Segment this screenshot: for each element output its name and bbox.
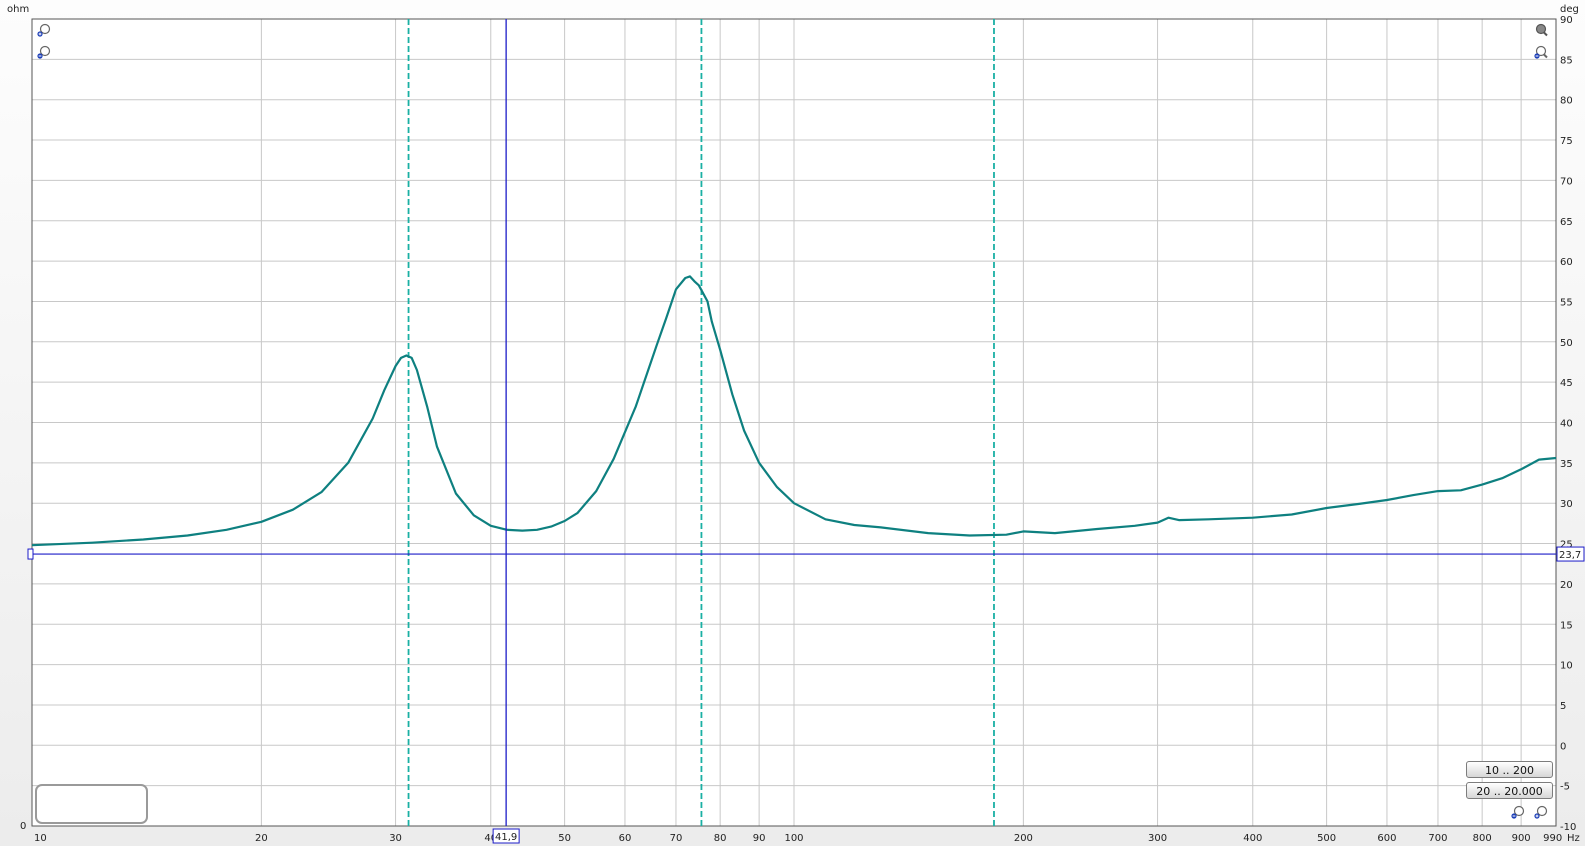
y-tick-label: 5: [1560, 701, 1566, 712]
y-tick-label: 10: [1560, 661, 1573, 672]
y-tick-label: 20: [1560, 580, 1573, 591]
x-tick-label: 990: [1543, 833, 1562, 844]
info-box: [35, 784, 148, 824]
y-tick-label: 75: [1560, 136, 1573, 147]
x-tick-label: 70: [670, 833, 683, 844]
x-tick-label: 100: [784, 833, 803, 844]
y-tick-label: 15: [1560, 620, 1573, 631]
y-tick-label: 85: [1560, 55, 1573, 66]
x-tick-label: 200: [1014, 833, 1033, 844]
zoom-x-in-icon[interactable]: [1534, 805, 1548, 819]
zoom-right-icon[interactable]: [1534, 45, 1548, 59]
range-10-200-button[interactable]: 10 .. 200: [1466, 761, 1553, 778]
y-tick-label: 55: [1560, 297, 1573, 308]
x-tick-label: 10: [34, 833, 47, 844]
x-axis-unit: Hz: [1567, 833, 1580, 844]
y-tick-label: 30: [1560, 499, 1573, 510]
y-tick-label: 80: [1560, 96, 1573, 107]
y-tick-label: -10: [1560, 822, 1576, 833]
y-tick-label: -5: [1560, 782, 1570, 793]
cursor-x-readout: 41,9: [495, 832, 517, 843]
impedance-chart: 10 20 30 40 50 60 70 80 90 100 200 300 400 500 600 700 8…: [7, 4, 1585, 844]
range-20-20000-button[interactable]: 20 .. 20.000: [1466, 782, 1553, 799]
y-tick-label: 0: [1560, 741, 1566, 752]
y-tick-label: 60: [1560, 257, 1573, 268]
x-tick-label: 900: [1512, 833, 1531, 844]
y-tick-label: 90: [1560, 15, 1573, 26]
x-tick-label: 600: [1377, 833, 1396, 844]
x-tick-label: 50: [558, 833, 571, 844]
y-tick-label: 40: [1560, 419, 1573, 430]
x-tick-label: 20: [255, 833, 268, 844]
cursor-y-readout: 23,7: [1559, 550, 1581, 561]
x-tick-label: 90: [753, 833, 766, 844]
y-tick-label: 35: [1560, 459, 1573, 470]
x-tick-label: 60: [619, 833, 632, 844]
x-tick-label: 700: [1428, 833, 1447, 844]
zoom-out-icon[interactable]: [37, 45, 51, 59]
x-tick-label: 800: [1473, 833, 1492, 844]
zoom-x-out-icon[interactable]: [1511, 805, 1525, 819]
y-tick-label: 65: [1560, 217, 1573, 228]
x-tick-label: 30: [389, 833, 402, 844]
x-tick-label: 400: [1243, 833, 1262, 844]
zoom-in-icon[interactable]: [37, 23, 51, 37]
x-tick-label: 80: [714, 833, 727, 844]
zoom-fit-icon[interactable]: [1534, 23, 1548, 37]
y-tick-label: 45: [1560, 378, 1573, 389]
y2-axis-unit: deg: [1560, 4, 1579, 15]
y-tick-label: 70: [1560, 176, 1573, 187]
y-axis-unit: ohm: [7, 4, 29, 15]
cursor-y-handle[interactable]: [27, 548, 34, 560]
x-tick-label: 300: [1148, 833, 1167, 844]
x-tick-label: 500: [1317, 833, 1336, 844]
y-tick-label: 50: [1560, 338, 1573, 349]
y-left-tick-label: 0: [20, 821, 26, 832]
